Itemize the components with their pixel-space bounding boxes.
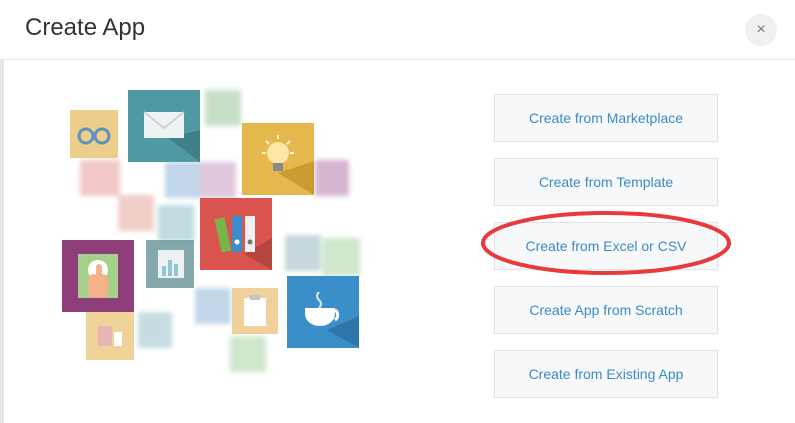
blur-tile <box>322 238 360 276</box>
create-from-excel-csv-button[interactable]: Create from Excel or CSV <box>494 222 718 270</box>
blur-tile <box>118 195 154 231</box>
blur-tile <box>315 160 349 196</box>
coffee-tile <box>287 276 359 348</box>
option-label: Create from Excel or CSV <box>525 238 687 254</box>
option-label: Create from Template <box>538 174 674 190</box>
blur-tile <box>200 162 236 198</box>
chart-tile <box>146 240 194 288</box>
blur-tile <box>138 312 172 348</box>
lightbulb-icon <box>262 135 314 195</box>
create-from-template-button[interactable]: Create from Template <box>494 158 718 206</box>
binders-tile <box>200 198 272 270</box>
binders-icon <box>214 216 272 270</box>
device-tile <box>86 312 134 360</box>
dialog-left-edge <box>0 60 4 423</box>
blur-tile <box>165 162 201 198</box>
create-app-dialog: Create App × Create from Marketplace Cre… <box>0 0 795 423</box>
glasses-tile <box>70 110 118 158</box>
device-icon <box>98 326 122 346</box>
option-label: Create App from Scratch <box>529 302 683 318</box>
create-from-existing-app-button[interactable]: Create from Existing App <box>494 350 718 398</box>
option-label: Create from Existing App <box>528 366 684 382</box>
blur-tile <box>158 205 194 241</box>
blur-tile <box>195 288 231 324</box>
dialog-header: Create App × <box>0 0 795 60</box>
lightbulb-tile <box>242 123 314 195</box>
coffee-cup-icon <box>305 291 359 348</box>
dialog-title: Create App <box>25 14 146 41</box>
create-app-from-scratch-button[interactable]: Create App from Scratch <box>494 286 718 334</box>
clipboard-icon <box>244 295 266 326</box>
option-label: Create from Marketplace <box>528 110 684 126</box>
clipboard-tile <box>232 288 278 334</box>
blur-tile <box>230 336 266 372</box>
envelope-tile <box>128 90 200 162</box>
close-button[interactable]: × <box>745 14 777 46</box>
chart-icon <box>158 250 184 278</box>
app-illustration <box>60 90 370 380</box>
blur-tile <box>80 160 120 196</box>
create-from-marketplace-button[interactable]: Create from Marketplace <box>494 94 718 142</box>
blur-tile <box>285 235 321 271</box>
blur-tile <box>205 90 241 126</box>
glasses-icon <box>77 127 111 145</box>
hand-touch-icon <box>78 254 118 298</box>
hand-tile <box>62 240 134 312</box>
close-icon: × <box>756 21 766 38</box>
envelope-icon <box>143 111 200 162</box>
